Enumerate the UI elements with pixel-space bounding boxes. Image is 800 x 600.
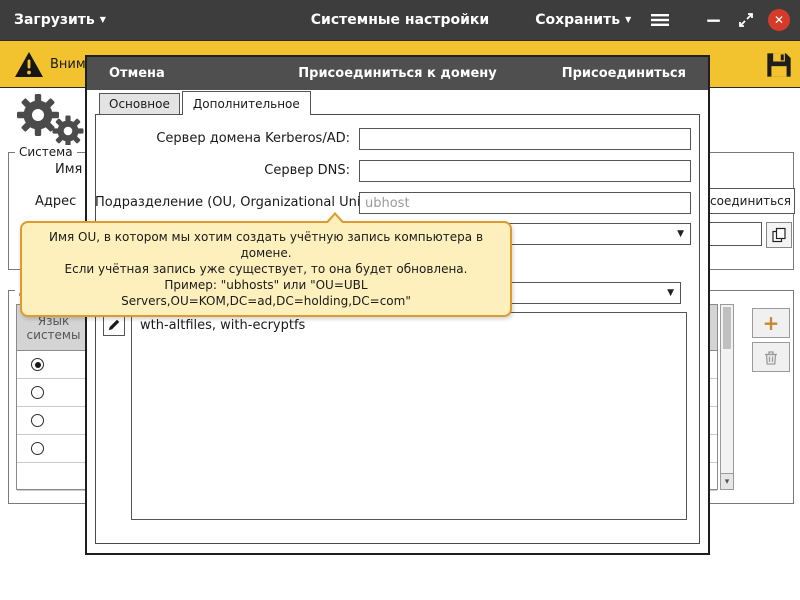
system-settings-screen: Загрузить ▼ Системные настройки Сохранит… bbox=[0, 0, 800, 600]
tab-main[interactable]: Основное bbox=[99, 93, 180, 115]
kerberos-server-input[interactable] bbox=[359, 128, 691, 150]
fullscreen-button[interactable] bbox=[738, 12, 754, 28]
dns-server-label: Сервер DNS: bbox=[95, 160, 350, 182]
add-language-button[interactable]: + bbox=[752, 308, 790, 338]
load-menu-button[interactable]: Загрузить ▼ bbox=[14, 12, 106, 28]
trash-icon bbox=[763, 349, 779, 366]
name-label: Имя bbox=[55, 162, 82, 177]
save-menu-button[interactable]: Сохранить ▼ bbox=[535, 12, 631, 28]
language-radio[interactable] bbox=[31, 386, 44, 399]
dialog-header: Отмена Присоединиться к домену Присоедин… bbox=[87, 57, 708, 90]
title-bar-actions: Сохранить ▼ − ✕ bbox=[535, 9, 790, 31]
chevron-down-icon: ▼ bbox=[625, 16, 631, 24]
ou-tooltip: Имя OU, в котором мы хотим создать учётн… bbox=[20, 221, 512, 317]
hamburger-icon bbox=[651, 13, 669, 27]
dialog-tabs: Основное Дополнительное bbox=[99, 90, 313, 115]
save-menu-label: Сохранить bbox=[535, 12, 620, 28]
copy-icon bbox=[771, 227, 787, 243]
minimize-button[interactable]: − bbox=[705, 10, 722, 30]
delete-language-button[interactable] bbox=[752, 342, 790, 372]
ou-label: Подразделение (OU, Organizational Unit): bbox=[95, 192, 350, 214]
language-radio[interactable] bbox=[31, 414, 44, 427]
dns-server-input[interactable] bbox=[359, 160, 691, 182]
save-file-button[interactable] bbox=[764, 50, 794, 80]
plus-icon: + bbox=[763, 311, 780, 335]
tooltip-line-1: Имя OU, в котором мы хотим создать учётн… bbox=[30, 229, 502, 261]
join-domain-background-button[interactable]: Присоединиться bbox=[700, 188, 795, 214]
language-radio-selected[interactable] bbox=[31, 358, 44, 371]
expand-icon bbox=[738, 12, 754, 28]
system-group-label: Система bbox=[15, 145, 77, 159]
chevron-down-icon: ▼ bbox=[100, 16, 106, 24]
chevron-down-icon: ▼ bbox=[677, 230, 684, 239]
address-label: Адрес bbox=[35, 194, 76, 209]
close-icon: ✕ bbox=[774, 13, 784, 27]
edit-button[interactable] bbox=[103, 314, 125, 336]
tab-additional[interactable]: Дополнительное bbox=[182, 91, 311, 115]
tooltip-line-2: Если учётная запись уже существует, то о… bbox=[30, 261, 502, 277]
scrollbar-thumb[interactable] bbox=[723, 307, 731, 349]
scrollbar-down-icon[interactable]: ▾ bbox=[721, 473, 733, 489]
language-radio[interactable] bbox=[31, 442, 44, 455]
table-scrollbar[interactable]: ▾ bbox=[720, 304, 734, 490]
cancel-button[interactable]: Отмена bbox=[109, 66, 165, 81]
close-button[interactable]: ✕ bbox=[768, 9, 790, 31]
menu-button[interactable] bbox=[651, 13, 669, 27]
title-bar: Загрузить ▼ Системные настройки Сохранит… bbox=[0, 0, 800, 40]
options-list-text: wth-altfiles, with-ecryptfs bbox=[140, 318, 305, 333]
load-menu-label: Загрузить bbox=[14, 12, 95, 28]
ou-input[interactable] bbox=[359, 192, 691, 214]
floppy-disk-icon bbox=[765, 51, 793, 79]
copy-button[interactable] bbox=[766, 222, 792, 248]
pencil-icon bbox=[107, 318, 121, 332]
join-button[interactable]: Присоединиться bbox=[562, 66, 686, 81]
app-gears-icon bbox=[10, 88, 85, 152]
tooltip-line-3: Пример: "ubhosts" или "OU=UBL Servers,OU… bbox=[30, 277, 502, 309]
warning-icon bbox=[14, 51, 44, 82]
kerberos-server-label: Сервер домена Kerberos/AD: bbox=[95, 128, 350, 150]
options-listbox[interactable]: wth-altfiles, with-ecryptfs bbox=[131, 312, 687, 520]
chevron-down-icon: ▼ bbox=[667, 289, 674, 298]
